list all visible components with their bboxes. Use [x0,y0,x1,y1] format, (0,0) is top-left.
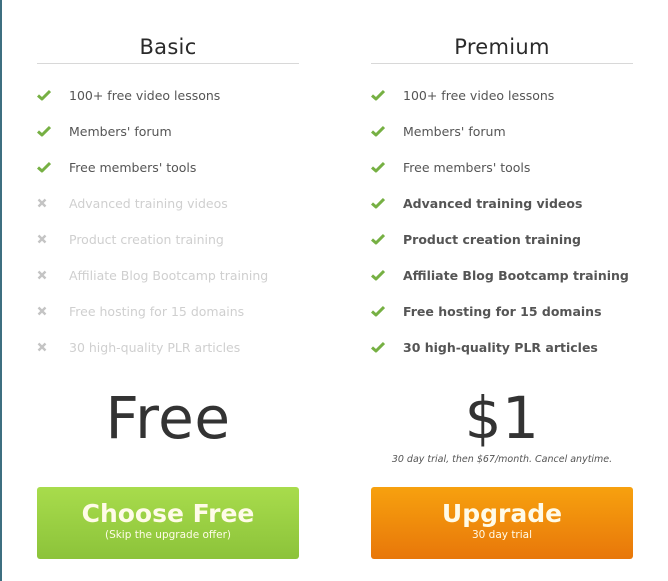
feature-item: Free members' tools [371,149,633,185]
feature-item: 30 high-quality PLR articles [37,329,299,365]
feature-label: Product creation training [403,231,581,247]
plan-price: $1 [464,384,540,452]
cross-icon [37,234,69,244]
upgrade-button[interactable]: Upgrade 30 day trial [371,487,633,559]
feature-item: Advanced training videos [37,185,299,221]
feature-label: Advanced training videos [403,195,583,211]
plan-basic: Basic 100+ free video lessons Members' f… [37,0,299,559]
feature-item: Members' forum [371,113,633,149]
button-sublabel: (Skip the upgrade offer) [104,529,232,541]
check-icon [371,197,403,209]
button-sublabel: 30 day trial [471,529,533,541]
feature-label: Affiliate Blog Bootcamp training [403,267,629,283]
choose-free-button[interactable]: Choose Free (Skip the upgrade offer) [37,487,299,559]
check-icon [371,341,403,353]
feature-list: 100+ free video lessons Members' forum F… [371,77,633,365]
title-divider [371,63,633,64]
feature-label: Product creation training [69,231,224,247]
check-icon [37,161,69,173]
button-label: Upgrade [441,499,563,528]
feature-item: Advanced training videos [371,185,633,221]
feature-label: Advanced training videos [69,195,228,211]
cross-icon [37,270,69,280]
price-note: 30 day trial, then $67/month. Cancel any… [391,454,613,465]
feature-label: Free members' tools [69,159,197,175]
feature-label: Free hosting for 15 domains [403,303,602,319]
feature-item: Free members' tools [37,149,299,185]
title-divider [37,63,299,64]
feature-item: 100+ free video lessons [371,77,633,113]
check-icon [371,233,403,245]
feature-item: 30 high-quality PLR articles [371,329,633,365]
feature-label: Free members' tools [403,159,531,175]
cross-icon [37,306,69,316]
check-icon [371,161,403,173]
check-icon [37,125,69,137]
check-icon [371,89,403,101]
feature-item: Product creation training [37,221,299,257]
check-icon [371,305,403,317]
feature-item: Affiliate Blog Bootcamp training [371,257,633,293]
feature-item: Free hosting for 15 domains [37,293,299,329]
cross-icon [37,198,69,208]
feature-list: 100+ free video lessons Members' forum F… [37,77,299,365]
plan-price: Free [105,384,231,452]
plan-premium: Premium 100+ free video lessons Members'… [371,0,633,559]
button-label: Choose Free [81,499,255,528]
check-icon [371,125,403,137]
feature-label: 30 high-quality PLR articles [403,339,598,355]
check-icon [371,269,403,281]
feature-item: Product creation training [371,221,633,257]
plan-title: Premium [454,35,550,59]
feature-label: Affiliate Blog Bootcamp training [69,267,269,283]
feature-label: Members' forum [403,123,506,139]
check-icon [37,89,69,101]
feature-item: 100+ free video lessons [37,77,299,113]
feature-label: 100+ free video lessons [403,87,555,103]
feature-item: Free hosting for 15 domains [371,293,633,329]
feature-label: 100+ free video lessons [69,87,221,103]
cross-icon [37,342,69,352]
window-frame-edge [0,0,2,581]
feature-item: Affiliate Blog Bootcamp training [37,257,299,293]
feature-item: Members' forum [37,113,299,149]
feature-label: Free hosting for 15 domains [69,303,245,319]
plan-title: Basic [139,35,197,59]
feature-label: 30 high-quality PLR articles [69,339,241,355]
feature-label: Members' forum [69,123,172,139]
